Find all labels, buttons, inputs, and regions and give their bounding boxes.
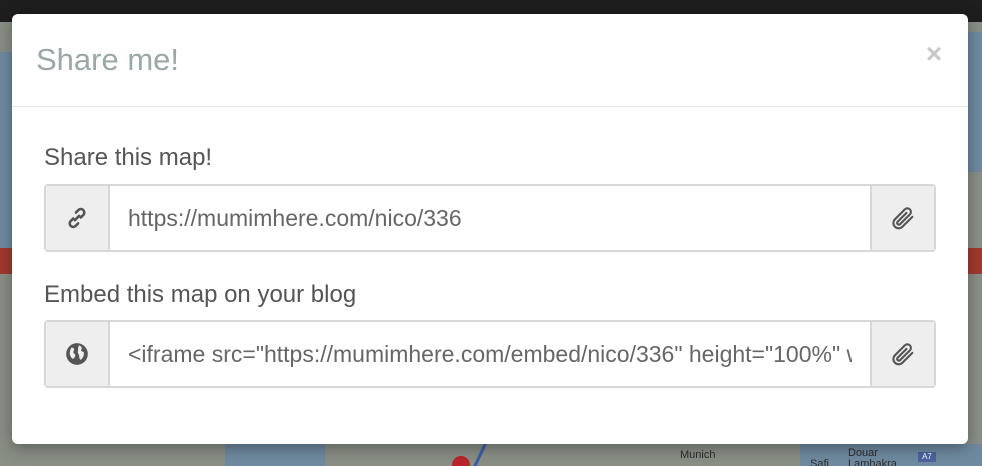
map-water bbox=[968, 32, 982, 172]
embed-code-input[interactable] bbox=[110, 322, 870, 386]
map-label-douar: Douar Lamhakra bbox=[848, 447, 897, 466]
embed-map-label: Embed this map on your blog bbox=[44, 281, 357, 308]
map-label-safi: Safi bbox=[810, 458, 829, 466]
share-link-group bbox=[44, 184, 936, 252]
modal-title: Share me! bbox=[36, 42, 180, 77]
map-route-bar bbox=[968, 248, 982, 274]
globe-icon bbox=[46, 322, 110, 386]
map-pin bbox=[452, 456, 470, 466]
map-water bbox=[225, 444, 325, 466]
map-road-badge: A7 bbox=[918, 452, 936, 462]
modal-header: Share me! × bbox=[12, 14, 968, 107]
share-link-input[interactable] bbox=[110, 186, 870, 250]
share-modal: Share me! × Share this map! Embed this m… bbox=[12, 14, 968, 444]
map-label-munich: Munich bbox=[680, 449, 716, 461]
link-icon bbox=[46, 186, 110, 250]
share-map-label: Share this map! bbox=[44, 144, 213, 171]
embed-code-group bbox=[44, 320, 936, 388]
paperclip-icon[interactable] bbox=[870, 186, 934, 250]
close-button[interactable]: × bbox=[922, 40, 946, 68]
paperclip-icon[interactable] bbox=[870, 322, 934, 386]
